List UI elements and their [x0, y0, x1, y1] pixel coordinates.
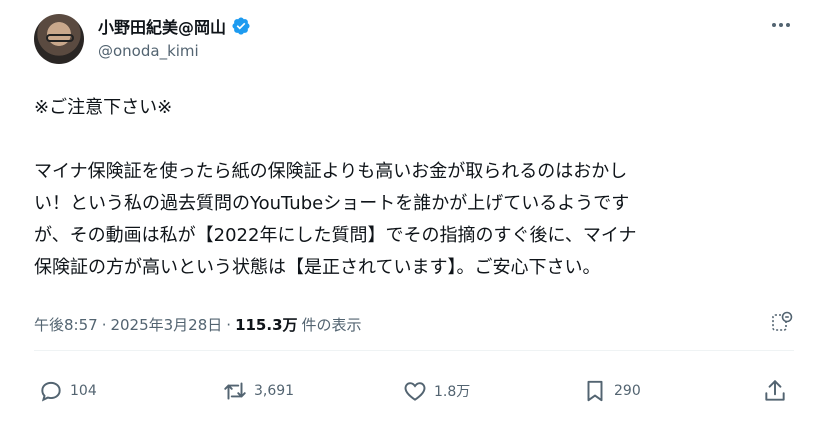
- repost-icon: [224, 382, 246, 400]
- reply-count: 104: [70, 383, 97, 399]
- avatar[interactable]: [34, 14, 84, 64]
- divider: [34, 350, 794, 351]
- tweet-text: ※ご注意下さい※ マイナ保険証を使ったら紙の保険証よりも高いお金が取られるのはお…: [34, 92, 794, 284]
- grok-analyze-icon[interactable]: [770, 310, 794, 334]
- view-count-label: 件の表示: [301, 316, 362, 334]
- more-options-icon[interactable]: [772, 18, 794, 32]
- meta-separator: ·: [101, 315, 107, 334]
- avatar-glasses: [46, 34, 74, 42]
- reply-icon: [41, 381, 61, 402]
- tweet-line: マイナ保険証を使ったら紙の保険証よりも高いお金が取られるのはおかし: [34, 161, 628, 182]
- author-name-row: 小野田紀美@岡山: [98, 14, 251, 38]
- tweet-meta: 午後8:57 · 2025年3月28日 · 115.3万 件の表示: [34, 314, 362, 335]
- repost-button[interactable]: 3,691: [222, 378, 294, 404]
- tweet-date[interactable]: 2025年3月28日: [110, 314, 222, 335]
- reply-button[interactable]: 104: [38, 378, 97, 404]
- display-name[interactable]: 小野田紀美@岡山: [98, 14, 226, 38]
- like-count: 1.8万: [434, 384, 471, 400]
- bookmark-button[interactable]: 290: [582, 378, 641, 404]
- author-handle[interactable]: @onoda_kimi: [98, 42, 199, 60]
- bookmark-count: 290: [614, 383, 641, 399]
- heart-icon: [404, 382, 426, 401]
- verified-badge-icon: [232, 17, 250, 35]
- bookmark-icon: [587, 380, 603, 402]
- meta-separator: ·: [226, 315, 232, 334]
- share-icon: [765, 380, 785, 401]
- tweet-line: が、その動画は私が【2022年にした質問】でその指摘のすぐ後に、マイナ: [34, 225, 637, 246]
- share-button[interactable]: [762, 378, 788, 404]
- view-count: 115.3万: [235, 316, 298, 334]
- tweet-line: 保険証の方が高いという状態は【是正されています】。ご安心下さい。: [34, 257, 601, 278]
- tweet-line: い！という私の過去質問のYouTubeショートを誰かが上げているようです: [34, 193, 630, 214]
- repost-count: 3,691: [254, 383, 295, 399]
- action-bar: 104 3,691 1.8万 290: [34, 378, 794, 408]
- tweet-time[interactable]: 午後8:57: [34, 314, 98, 335]
- tweet-line: ※ご注意下さい※: [34, 97, 173, 118]
- like-button[interactable]: 1.8万: [402, 378, 470, 404]
